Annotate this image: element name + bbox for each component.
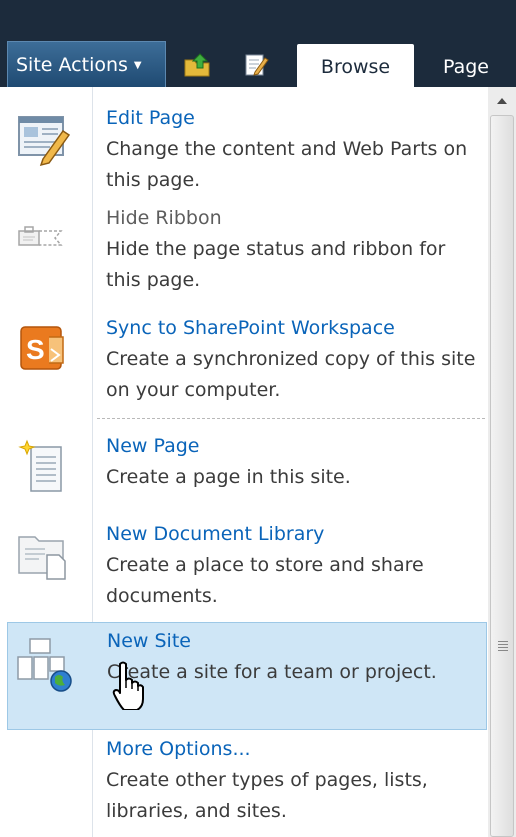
menu-item-description: Create a place to store and share docume… [106, 554, 424, 607]
menu-item-new-document-library[interactable]: New Document Library Create a place to s… [7, 515, 487, 621]
scrollbar-grip-icon [498, 641, 508, 653]
menu-item-description: Create a synchronized copy of this site … [106, 348, 476, 401]
hide-ribbon-icon [18, 226, 63, 246]
menu-item-description: Create a site for a team or project. [107, 661, 437, 683]
site-actions-label: Site Actions [16, 54, 128, 76]
menu-item-title: Edit Page [106, 107, 195, 129]
sharepoint-workspace-icon: S [20, 326, 64, 370]
menu-item-description: Create other types of pages, lists, libr… [106, 769, 428, 822]
scroll-up-arrow-icon[interactable] [488, 87, 516, 115]
tab-browse-label: Browse [320, 56, 391, 78]
new-page-icon [18, 439, 62, 492]
chevron-down-icon: ▼ [133, 59, 142, 71]
svg-text:S: S [26, 334, 45, 365]
menu-item-new-page[interactable]: New Page Create a page in this site. [7, 427, 487, 511]
top-bar: Site Actions ▼ Browse Page [0, 0, 516, 87]
menu-item-title: New Document Library [106, 523, 325, 545]
menu-item-hide-ribbon[interactable]: Hide Ribbon Hide the page status and rib… [7, 199, 487, 305]
menu-item-description: Change the content and Web Parts on this… [106, 138, 468, 191]
menu-separator [97, 418, 485, 419]
scrollbar-thumb[interactable] [490, 115, 514, 837]
tab-page[interactable]: Page [440, 44, 516, 87]
tab-page-label: Page [443, 56, 489, 78]
new-site-icon [17, 638, 72, 692]
menu-item-description: Hide the page status and ribbon for this… [106, 238, 446, 291]
menu-item-sync-sharepoint-workspace[interactable]: S Sync to SharePoint Workspace Create a … [7, 309, 487, 415]
edit-page-icon [18, 116, 71, 167]
edit-icon[interactable] [243, 52, 271, 78]
site-actions-button[interactable]: Site Actions ▼ [7, 41, 166, 87]
menu-item-title: New Page [106, 435, 200, 457]
menu-item-more-options[interactable]: More Options... Create other types of pa… [7, 732, 487, 837]
menu-item-title: Sync to SharePoint Workspace [106, 317, 395, 339]
vertical-scrollbar[interactable] [488, 87, 516, 837]
menu-item-edit-page[interactable]: Edit Page Change the content and Web Par… [7, 91, 487, 197]
menu-item-description: Create a page in this site. [106, 466, 351, 488]
new-document-library-icon [18, 536, 66, 580]
menu-item-new-site[interactable]: New Site Create a site for a team or pro… [7, 622, 487, 730]
tab-browse[interactable]: Browse [297, 44, 414, 87]
menu-item-title: Hide Ribbon [106, 207, 222, 229]
site-actions-menu: Edit Page Change the content and Web Par… [7, 87, 487, 837]
navigate-up-icon[interactable] [183, 52, 211, 78]
menu-item-title: New Site [107, 630, 191, 652]
menu-item-title: More Options... [106, 738, 251, 760]
